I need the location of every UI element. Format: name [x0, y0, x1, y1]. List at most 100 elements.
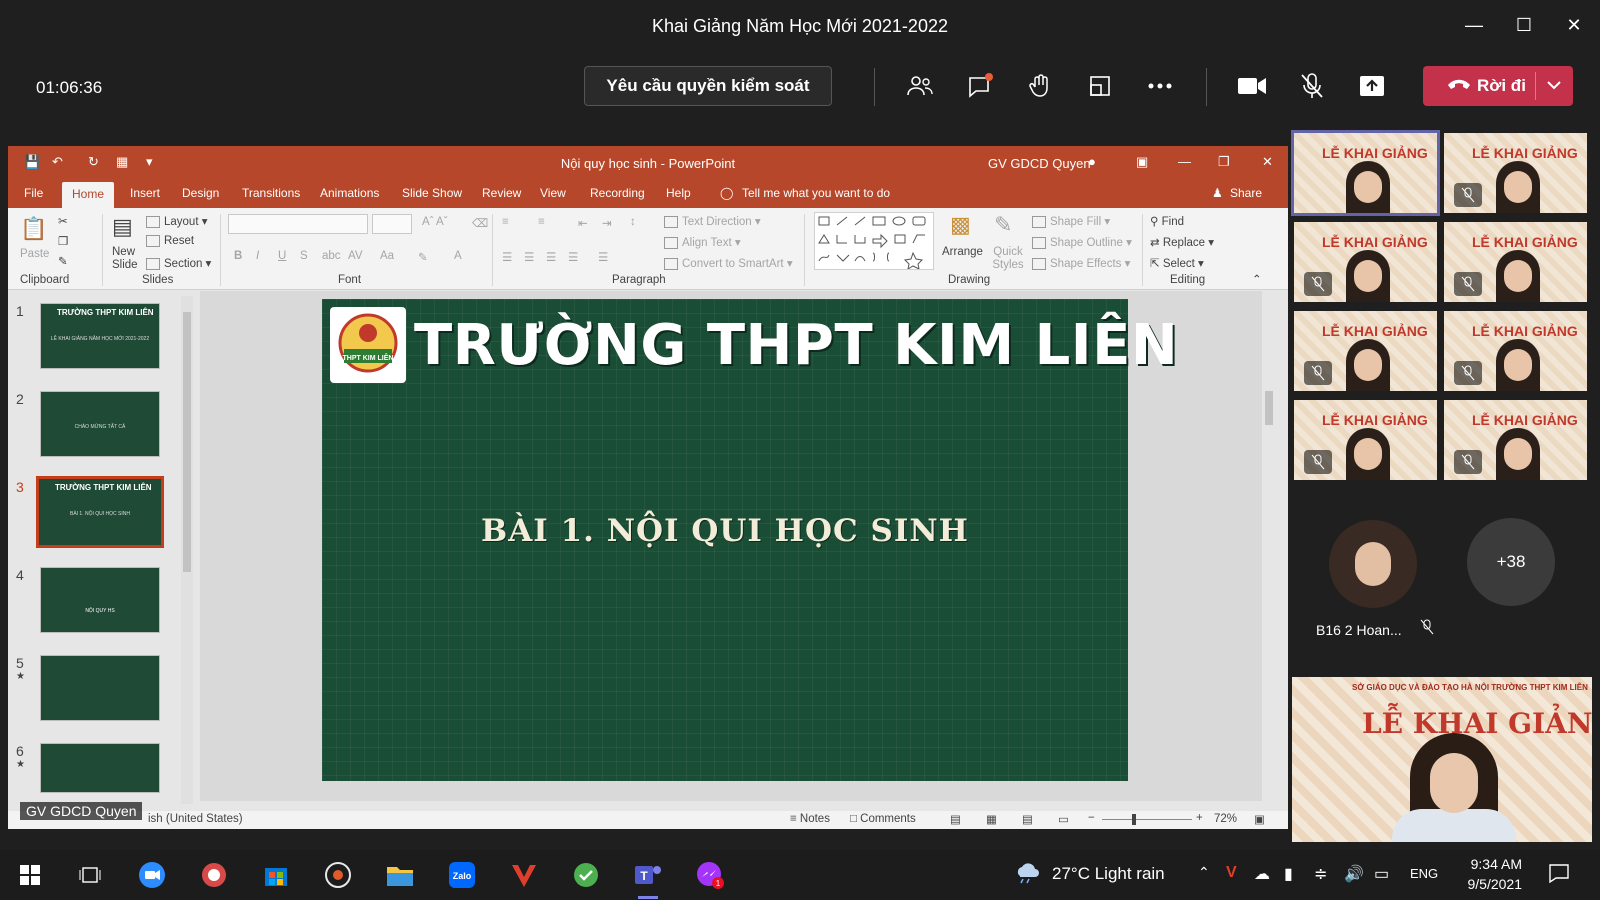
participant-avatar[interactable]: [1329, 520, 1417, 608]
align-text-button[interactable]: Align Text ▾: [664, 235, 741, 249]
reading-view-icon[interactable]: ▤: [1022, 812, 1033, 826]
tab-transitions[interactable]: Transitions: [242, 186, 300, 200]
tab-file[interactable]: File: [24, 186, 43, 200]
reset-button[interactable]: Reset: [146, 235, 194, 247]
minimize-button[interactable]: —: [1454, 10, 1494, 40]
app-icon[interactable]: [198, 859, 230, 891]
slide-thumbnail[interactable]: [40, 743, 160, 793]
notifications-icon[interactable]: [1548, 862, 1570, 889]
decrease-indent-icon[interactable]: ⇤: [578, 216, 588, 230]
self-video-tile[interactable]: SỞ GIÁO DỤC VÀ ĐÀO TẠO HÀ NỘI TRƯỜNG THP…: [1292, 677, 1592, 842]
app-icon[interactable]: [570, 859, 602, 891]
ppt-user-name[interactable]: GV GDCD Quyen: [988, 156, 1091, 171]
clear-format-icon[interactable]: ⌫: [472, 216, 488, 230]
cut-icon[interactable]: ✂: [58, 214, 68, 228]
user-avatar[interactable]: ●: [1088, 154, 1096, 169]
file-explorer-icon[interactable]: [384, 859, 416, 891]
paste-icon[interactable]: 📋: [20, 216, 47, 242]
participant-tile[interactable]: LỄ KHAI GIẢNG: [1444, 400, 1587, 480]
more-icon[interactable]: [1140, 66, 1180, 106]
maximize-button[interactable]: ☐: [1504, 10, 1544, 40]
tab-recording[interactable]: Recording: [590, 186, 645, 200]
tab-slide-show[interactable]: Slide Show: [402, 186, 462, 200]
editor-scrollbar[interactable]: [1262, 291, 1276, 801]
tab-help[interactable]: Help: [666, 186, 691, 200]
scrollbar-thumb[interactable]: [1265, 391, 1273, 425]
media-app-icon[interactable]: [322, 859, 354, 891]
arrange-button[interactable]: Arrange: [942, 246, 983, 258]
reactions-icon[interactable]: [1020, 66, 1060, 106]
slide-sorter-icon[interactable]: ▦: [986, 812, 997, 826]
font-size-box[interactable]: [372, 214, 412, 234]
participant-tile[interactable]: LỄ KHAI GIẢNG: [1444, 133, 1587, 213]
start-icon[interactable]: [14, 859, 46, 891]
clock[interactable]: 9:34 AM 9/5/2021: [1462, 856, 1523, 892]
ppt-restore-button[interactable]: ❐: [1218, 154, 1230, 170]
underline-button[interactable]: U: [278, 250, 286, 262]
tab-review[interactable]: Review: [482, 186, 521, 200]
replace-button[interactable]: ⇄ Replace ▾: [1150, 235, 1214, 249]
shapes-gallery[interactable]: [814, 212, 934, 271]
shadow-button[interactable]: S: [300, 250, 308, 262]
close-button[interactable]: ✕: [1554, 10, 1594, 40]
slide-subtitle[interactable]: BÀI 1. NỘI QUI HỌC SINH: [322, 513, 1128, 549]
fit-slide-icon[interactable]: ▣: [1254, 812, 1265, 826]
slide-thumbnail[interactable]: TRƯỜNG THPT KIM LIÊN LỄ KHAI GIẢNG NĂM H…: [40, 303, 160, 369]
shape-effects-button[interactable]: Shape Effects ▾: [1032, 256, 1130, 270]
rooms-icon[interactable]: [1080, 66, 1120, 106]
share-button[interactable]: Share: [1230, 186, 1262, 200]
participant-tile[interactable]: LỄ KHAI GIẢNG: [1444, 222, 1587, 302]
slide-thumbnail-selected[interactable]: TRƯỜNG THPT KIM LIÊN BÀI 1. NỘI QUI HỌC …: [36, 476, 164, 548]
italic-button[interactable]: I: [256, 250, 259, 262]
volume-icon[interactable]: 🔊: [1344, 864, 1364, 884]
slide-thumbnail[interactable]: [40, 655, 160, 721]
zoom-out-button[interactable]: −: [1088, 812, 1095, 824]
shape-fill-button[interactable]: Shape Fill ▾: [1032, 214, 1110, 228]
zoom-in-button[interactable]: +: [1196, 812, 1203, 824]
antivirus-icon[interactable]: [508, 859, 540, 891]
collapse-ribbon-icon[interactable]: ⌃: [1252, 272, 1262, 286]
participant-tile[interactable]: LỄ KHAI GIẢNG: [1444, 311, 1587, 391]
ribbon-display-icon[interactable]: ▣: [1136, 154, 1148, 170]
device-icon[interactable]: ▮: [1284, 864, 1293, 884]
slide-canvas[interactable]: THPT KIM LIÊN TRƯỜNG THPT KIM LIÊN BÀI 1…: [322, 299, 1178, 781]
align-center-icon[interactable]: ☰: [524, 250, 534, 264]
thumbnails-scrollbar[interactable]: [181, 296, 193, 804]
quick-styles-button[interactable]: Quick Styles: [988, 246, 1028, 272]
grow-font-icon[interactable]: Aˆ Aˇ: [422, 216, 448, 228]
participant-tile[interactable]: LỄ KHAI GIẢNG: [1294, 311, 1437, 391]
columns-icon[interactable]: ☰: [598, 250, 608, 264]
normal-view-icon[interactable]: ▤: [950, 812, 961, 826]
tab-home[interactable]: Home: [62, 182, 115, 208]
bullets-icon[interactable]: ≡: [502, 216, 509, 228]
align-right-icon[interactable]: ☰: [546, 250, 556, 264]
tell-me-search[interactable]: Tell me what you want to do: [742, 186, 890, 200]
section-button[interactable]: Section ▾: [146, 256, 211, 270]
tab-animations[interactable]: Animations: [320, 186, 379, 200]
onedrive-icon[interactable]: ☁: [1254, 864, 1270, 884]
format-painter-icon[interactable]: ✎: [58, 254, 68, 268]
zoom-level[interactable]: 72%: [1214, 813, 1237, 825]
tab-insert[interactable]: Insert: [130, 186, 160, 200]
camera-icon[interactable]: [1232, 66, 1272, 106]
slide-thumbnail[interactable]: CHÀO MỪNG TẤT CẢ: [40, 391, 160, 457]
new-slide-button[interactable]: New Slide: [112, 246, 142, 272]
strikethrough-button[interactable]: abc: [322, 250, 341, 262]
arrange-icon[interactable]: ▩: [950, 212, 971, 238]
paste-button[interactable]: Paste: [20, 248, 49, 260]
zoom-slider-thumb[interactable]: [1132, 814, 1136, 825]
bold-button[interactable]: B: [234, 250, 242, 262]
chevron-up-icon[interactable]: ⌃: [1198, 864, 1210, 881]
share-screen-icon[interactable]: [1352, 66, 1392, 106]
zoom-slider[interactable]: [1102, 819, 1192, 820]
antivirus-tray-icon[interactable]: V: [1226, 864, 1237, 882]
select-button[interactable]: ⇱ Select ▾: [1150, 256, 1204, 270]
zalo-icon[interactable]: Zalo: [446, 859, 478, 891]
char-spacing-button[interactable]: AV: [348, 250, 363, 262]
scrollbar-thumb[interactable]: [183, 312, 191, 572]
font-family-box[interactable]: [228, 214, 368, 234]
new-slide-icon[interactable]: ▤: [112, 214, 133, 240]
participant-tile[interactable]: LỄ KHAI GIẢNG: [1294, 222, 1437, 302]
store-icon[interactable]: [260, 859, 292, 891]
slide-title[interactable]: TRƯỜNG THPT KIM LIÊN: [414, 313, 1178, 378]
